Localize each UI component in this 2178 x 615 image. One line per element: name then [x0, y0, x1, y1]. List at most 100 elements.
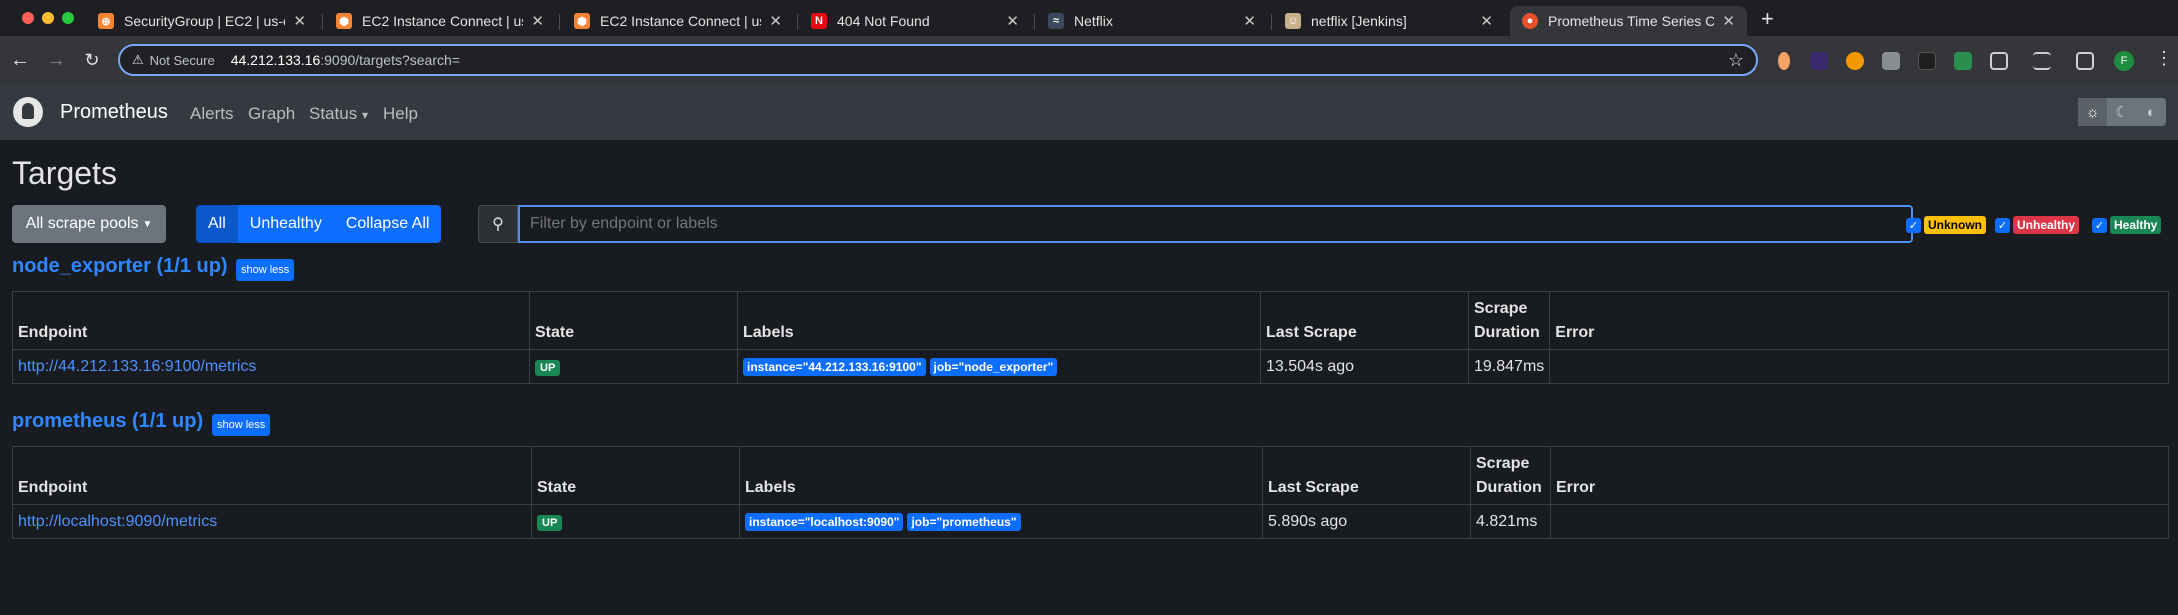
- puzzle-extensions-icon[interactable]: [1990, 52, 2008, 70]
- close-tab-icon[interactable]: ✕: [1722, 12, 1735, 30]
- zoom-window-button[interactable]: [62, 12, 74, 24]
- scrape-duration-value: 4.821ms: [1470, 504, 1551, 539]
- browser-tab-1[interactable]: ⊕ SecurityGroup | EC2 | us-east ✕: [86, 6, 318, 36]
- header-line: Scrape: [1476, 455, 1530, 472]
- search-group: ⚲: [478, 205, 1913, 243]
- close-window-button[interactable]: [22, 12, 34, 24]
- dark-theme-moon-icon[interactable]: ☾: [2107, 98, 2136, 126]
- column-header-last-scrape: Last Scrape: [1262, 446, 1471, 505]
- filter-unhealthy-button[interactable]: Unhealthy: [237, 205, 334, 243]
- legend-unhealthy[interactable]: ✓ Unhealthy: [1995, 216, 2080, 234]
- browser-tab-bar: ⊕ SecurityGroup | EC2 | us-east ✕ ⬢ EC2 …: [0, 0, 2178, 36]
- header-line: Duration: [1474, 324, 1540, 341]
- tab-title: 404 Not Found: [837, 13, 930, 29]
- extension-icon[interactable]: [1846, 52, 1864, 70]
- terminal-extension-icon[interactable]: [1918, 52, 1936, 70]
- close-tab-icon[interactable]: ✕: [293, 12, 306, 30]
- browser-tab-4[interactable]: N 404 Not Found ✕: [799, 6, 1031, 36]
- table-row: http://44.212.133.16:9100/metrics UP ins…: [12, 349, 2169, 384]
- reload-icon[interactable]: ↻: [78, 46, 106, 74]
- browser-tab-active[interactable]: ● Prometheus Time Series Colle ✕: [1510, 6, 1747, 36]
- media-list-icon[interactable]: [2033, 52, 2051, 70]
- header-line: Scrape: [1474, 300, 1528, 317]
- show-less-button[interactable]: show less: [212, 414, 271, 436]
- bookmark-star-icon[interactable]: ☆: [1728, 50, 1744, 71]
- close-tab-icon[interactable]: ✕: [1243, 12, 1256, 30]
- checkbox-checked-icon[interactable]: ✓: [2092, 217, 2107, 233]
- endpoint-link[interactable]: http://44.212.133.16:9100/metrics: [18, 358, 256, 375]
- legend-healthy[interactable]: ✓ Healthy: [2092, 216, 2162, 234]
- auto-theme-contrast-icon[interactable]: ◐: [2137, 98, 2166, 126]
- browser-tab-2[interactable]: ⬢ EC2 Instance Connect | us-ea ✕: [324, 6, 556, 36]
- url-path: :9090/targets?search=: [320, 52, 460, 68]
- tab-divider: [322, 14, 323, 30]
- pool-title-prometheus[interactable]: prometheus (1/1 up): [12, 410, 203, 433]
- netflix-n-favicon-icon: N: [811, 13, 827, 29]
- forward-arrow-icon[interactable]: →: [42, 46, 70, 74]
- extension-icon[interactable]: [1882, 52, 1900, 70]
- tab-title: Netflix: [1074, 13, 1113, 29]
- nav-status-label: Status: [309, 104, 358, 123]
- checkbox-checked-icon[interactable]: ✓: [1906, 217, 1921, 233]
- browser-tab-5[interactable]: ≈ Netflix ✕: [1036, 6, 1268, 36]
- brand-link[interactable]: Prometheus: [60, 101, 168, 124]
- netflix-favicon-icon: ≈: [1048, 13, 1064, 29]
- side-panel-icon[interactable]: [2076, 52, 2094, 70]
- show-less-button[interactable]: show less: [236, 259, 295, 281]
- browser-tab-6[interactable]: ☺ netflix [Jenkins] ✕: [1273, 6, 1505, 36]
- column-header-endpoint: Endpoint: [12, 446, 532, 505]
- nav-graph[interactable]: Graph: [248, 104, 295, 124]
- tab-title: Prometheus Time Series Colle: [1548, 13, 1715, 29]
- extension-icon[interactable]: [1810, 52, 1828, 70]
- security-status[interactable]: Not Secure: [150, 53, 215, 68]
- prometheus-logo-icon[interactable]: [13, 97, 43, 127]
- scrape-pools-dropdown[interactable]: All scrape pools ▼: [12, 205, 166, 243]
- column-header-error: Error: [1550, 446, 2169, 505]
- profile-avatar[interactable]: F: [2114, 51, 2134, 71]
- table-header-row: Endpoint State Labels Last Scrape Scrape…: [12, 291, 2169, 350]
- close-tab-icon[interactable]: ✕: [531, 12, 544, 30]
- tab-divider: [797, 14, 798, 30]
- state-badge: UP: [535, 359, 561, 376]
- filter-all-button[interactable]: All: [196, 205, 238, 243]
- table-row: http://localhost:9090/metrics UP instanc…: [12, 504, 2169, 539]
- close-tab-icon[interactable]: ✕: [769, 12, 782, 30]
- browser-menu-icon[interactable]: ⋮: [2155, 48, 2173, 69]
- column-header-scrape-duration: Scrape Duration: [1470, 446, 1551, 505]
- nav-help[interactable]: Help: [383, 104, 418, 124]
- endpoint-link[interactable]: http://localhost:9090/metrics: [18, 513, 217, 530]
- close-tab-icon[interactable]: ✕: [1006, 12, 1019, 30]
- prometheus-navbar: Prometheus Alerts Graph Status ▾ Help ☼ …: [0, 84, 2178, 140]
- search-input[interactable]: [518, 205, 1913, 243]
- last-scrape-value: 5.890s ago: [1262, 504, 1471, 539]
- nav-alerts[interactable]: Alerts: [190, 104, 233, 124]
- extension-icon[interactable]: [1954, 52, 1972, 70]
- close-tab-icon[interactable]: ✕: [1480, 12, 1493, 30]
- back-arrow-icon[interactable]: ←: [6, 46, 34, 74]
- pool-title-node-exporter[interactable]: node_exporter (1/1 up): [12, 255, 228, 278]
- search-icon: ⚲: [478, 205, 518, 243]
- extension-icon[interactable]: [1778, 52, 1790, 70]
- checkbox-checked-icon[interactable]: ✓: [1995, 217, 2010, 233]
- error-value: [1550, 504, 2169, 539]
- legend-unknown[interactable]: ✓ Unknown: [1906, 216, 1986, 234]
- targets-table: Endpoint State Labels Last Scrape Scrape…: [12, 291, 2169, 384]
- address-bar[interactable]: ⚠ Not Secure 44.212.133.16 :9090/targets…: [118, 44, 1758, 76]
- light-theme-sun-icon[interactable]: ☼: [2078, 98, 2108, 126]
- theme-switcher: ☼ ☾ ◐: [2078, 98, 2166, 126]
- collapse-all-button[interactable]: Collapse All: [333, 205, 442, 243]
- browser-tab-3[interactable]: ⬢ EC2 Instance Connect | us-ea ✕: [562, 6, 794, 36]
- column-header-scrape-duration: Scrape Duration: [1467, 291, 1551, 350]
- nav-status[interactable]: Status ▾: [309, 104, 368, 124]
- label-badge: job="node_exporter": [929, 357, 1058, 376]
- prometheus-favicon-icon: ●: [1522, 13, 1538, 29]
- tab-title: EC2 Instance Connect | us-ea: [600, 13, 761, 29]
- column-header-last-scrape: Last Scrape: [1260, 291, 1469, 350]
- filter-button-group: All Unhealthy Collapse All: [196, 205, 442, 243]
- new-tab-plus-icon[interactable]: +: [1761, 6, 1774, 32]
- tab-divider: [559, 14, 560, 30]
- minimize-window-button[interactable]: [42, 12, 54, 24]
- label-badge: instance="localhost:9090": [745, 512, 904, 531]
- column-header-endpoint: Endpoint: [12, 291, 530, 350]
- scrape-pools-label: All scrape pools: [25, 215, 139, 232]
